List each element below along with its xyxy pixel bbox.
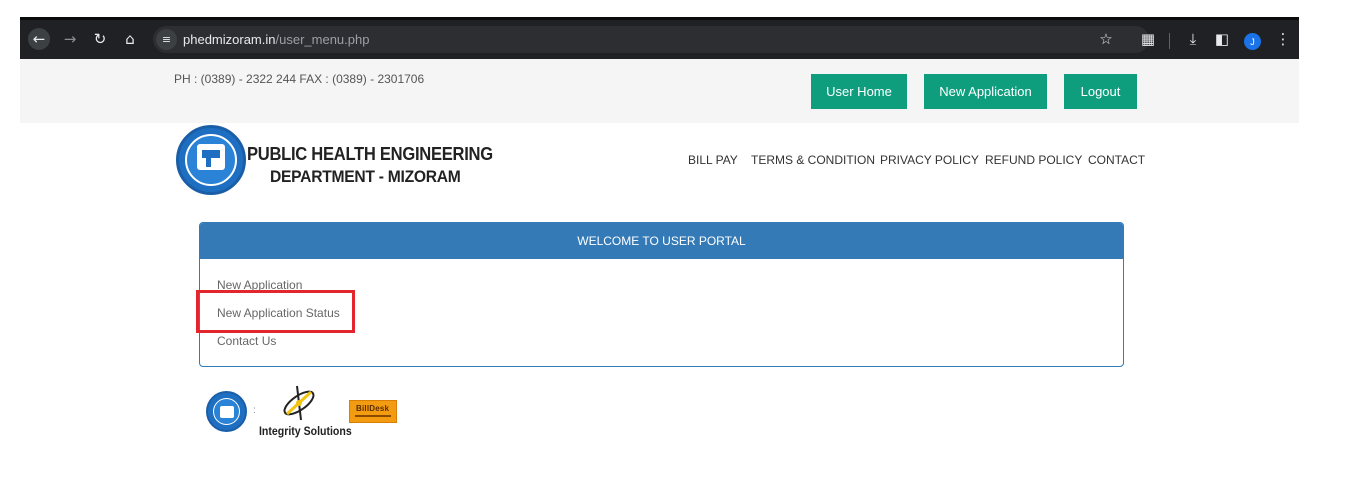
kebab-menu-icon: ⋮ — [1275, 30, 1291, 48]
billdesk-label: BillDesk — [356, 404, 390, 413]
arrow-right-icon: → — [63, 30, 77, 48]
nav-contact[interactable]: CONTACT — [1088, 153, 1145, 167]
phed-logo[interactable] — [176, 125, 246, 195]
contact-us-link[interactable]: Contact Us — [217, 334, 276, 348]
department-subtitle: DEPARTMENT - MIZORAM — [270, 167, 461, 186]
home-button[interactable]: ⌂ — [119, 28, 141, 50]
billdesk-logo: BillDesk — [349, 400, 397, 423]
top-bar: PH : (0389) - 2322 244 FAX : (0389) - 23… — [20, 59, 1299, 123]
downloads-button[interactable]: ⤓ — [1182, 28, 1204, 50]
download-icon: ⤓ — [1189, 30, 1197, 48]
url-text: phedmizoram.in/user_menu.php — [183, 32, 370, 47]
profile-avatar[interactable]: J — [1244, 33, 1261, 50]
highlight-box — [196, 290, 355, 333]
new-application-button[interactable]: New Application — [924, 74, 1047, 109]
address-bar[interactable]: ≡ phedmizoram.in/user_menu.php — [153, 26, 1149, 53]
nav-privacy-policy[interactable]: PRIVACY POLICY — [880, 153, 979, 167]
department-title: PUBLIC HEALTH ENGINEERING — [247, 144, 493, 164]
contact-info: PH : (0389) - 2322 244 FAX : (0389) - 23… — [174, 72, 425, 86]
forward-button[interactable]: → — [59, 28, 81, 50]
footer-logo-inner — [213, 398, 240, 425]
integrity-solutions-label: Integrity Solutions — [259, 424, 352, 438]
extensions-button[interactable]: ▦ — [1137, 28, 1159, 50]
reload-button[interactable]: ↻ — [89, 28, 111, 50]
side-panel-button[interactable]: ◧ — [1211, 28, 1233, 50]
toolbar-divider — [1169, 33, 1170, 49]
footer-separator: : — [253, 405, 256, 416]
tune-icon[interactable]: ≡ — [156, 29, 177, 50]
nav-terms[interactable]: TERMS & CONDITION — [751, 153, 875, 167]
arrow-left-icon: ← — [32, 30, 46, 48]
bookmark-button[interactable]: ☆ — [1095, 28, 1117, 50]
star-icon: ☆ — [1099, 30, 1113, 48]
back-button[interactable]: ← — [28, 28, 50, 50]
tap-icon — [197, 144, 225, 170]
integrity-logo-icon — [283, 385, 315, 421]
panel-heading: WELCOME TO USER PORTAL — [200, 223, 1123, 259]
logout-button[interactable]: Logout — [1064, 74, 1137, 109]
browser-menu-button[interactable]: ⋮ — [1272, 28, 1294, 50]
puzzle-icon: ▦ — [1140, 30, 1156, 48]
footer-phed-logo — [206, 391, 247, 432]
user-home-button[interactable]: User Home — [811, 74, 907, 109]
nav-refund-policy[interactable]: REFUND POLICY — [985, 153, 1082, 167]
home-icon: ⌂ — [125, 30, 135, 48]
nav-bill-pay[interactable]: BILL PAY — [688, 153, 738, 167]
reload-icon: ↻ — [93, 30, 107, 48]
browser-toolbar: ← → ↻ ⌂ ≡ phedmizoram.in/user_menu.php ☆… — [20, 17, 1299, 59]
side-panel-icon: ◧ — [1214, 30, 1230, 48]
